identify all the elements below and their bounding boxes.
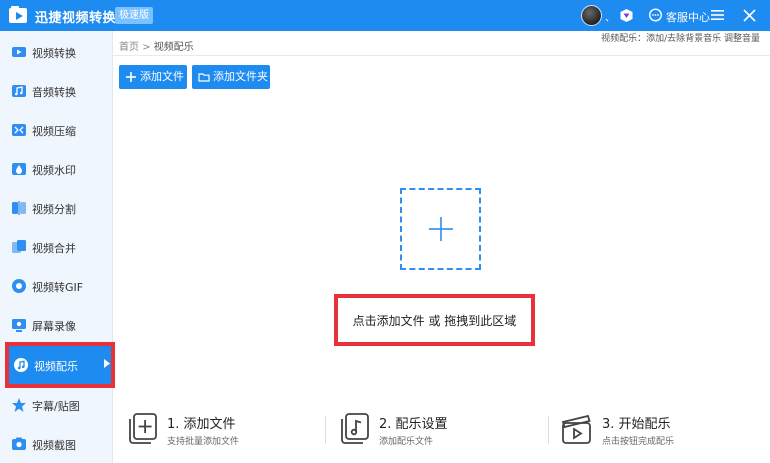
avatar-username: 、 [605, 13, 615, 24]
audio-convert-icon [12, 85, 26, 97]
breadcrumb: 首页 > 视频配乐 [119, 38, 194, 53]
vip-icon[interactable] [619, 8, 634, 23]
step-description: 支持批量添加文件 [167, 437, 240, 447]
video-music-icon [14, 358, 28, 372]
screen-record-icon [12, 319, 26, 332]
sidebar-item-label: 视频分割 [32, 203, 76, 216]
sidebar-item-video-split[interactable]: 视频分割 [0, 189, 113, 228]
customer-service-icon[interactable] [648, 8, 663, 23]
step-title: 2. 配乐设置 [379, 417, 448, 432]
sidebar-item-video-watermark[interactable]: 视频水印 [0, 150, 113, 189]
step-music-settings: 2. 配乐设置 添加配乐文件 [337, 406, 517, 456]
sidebar-item-label: 视频水印 [32, 164, 76, 177]
step-divider [548, 416, 549, 444]
sidebar-item-video-merge[interactable]: 视频合并 [0, 228, 113, 267]
drop-hint-highlight: 点击添加文件 或 拖拽到此区域 [334, 294, 535, 346]
sidebar-item-label: 字幕/贴图 [32, 400, 80, 413]
music-settings-step-icon [341, 413, 369, 444]
sidebar: 视频转换 音频转换 视频压缩 视频水印 视频分割 视频合并 视频转GIF 屏幕录… [0, 31, 115, 463]
clapperboard-step-icon [561, 414, 591, 444]
sidebar-item-screen-record[interactable]: 屏幕录像 [0, 306, 113, 345]
step-divider [325, 416, 326, 444]
add-file-step-icon [129, 413, 157, 444]
feature-description: 视频配乐：添加/去除背景音乐 调整音量 [601, 34, 760, 44]
breadcrumb-current: 视频配乐 [153, 42, 194, 53]
sidebar-item-video-screenshot[interactable]: 视频截图 [0, 425, 113, 463]
video-split-icon [12, 201, 26, 215]
step-description: 点击按钮完成配乐 [602, 437, 675, 447]
subtitle-sticker-icon [12, 398, 26, 412]
caret-right-icon [104, 359, 110, 368]
step-add-file: 1. 添加文件 支持批量添加文件 [125, 406, 305, 456]
sidebar-item-label: 视频合并 [32, 242, 76, 255]
sidebar-item-video-gif[interactable]: 视频转GIF [0, 267, 113, 306]
sidebar-item-label: 视频转换 [32, 47, 76, 60]
close-icon[interactable] [742, 8, 757, 23]
step-description: 添加配乐文件 [379, 437, 434, 447]
video-compress-icon [12, 124, 26, 136]
sidebar-item-label: 音频转换 [32, 86, 76, 99]
video-screenshot-icon [12, 437, 26, 450]
plus-icon [429, 217, 453, 241]
sidebar-item-subtitle-sticker[interactable]: 字幕/贴图 [0, 386, 113, 425]
sidebar-item-video-convert[interactable]: 视频转换 [0, 33, 113, 72]
drop-zone[interactable] [400, 188, 481, 270]
sidebar-item-label: 视频截图 [32, 439, 76, 452]
add-file-label: 添加文件 [140, 70, 184, 83]
avatar[interactable] [581, 5, 602, 26]
step-title: 1. 添加文件 [167, 417, 236, 432]
video-gif-icon [12, 279, 26, 293]
video-merge-icon [12, 240, 26, 253]
edition-badge: 极速版 [115, 7, 153, 24]
customer-service-label[interactable]: 客服中心 [666, 9, 710, 25]
folder-icon [198, 73, 210, 82]
add-folder-button[interactable]: 添加文件夹 [192, 65, 270, 89]
sidebar-item-label: 视频压缩 [32, 125, 76, 138]
add-folder-label: 添加文件夹 [213, 70, 268, 83]
app-logo-icon [9, 6, 27, 23]
sidebar-item-label: 视频配乐 [34, 360, 78, 373]
menu-icon[interactable] [711, 9, 724, 21]
sidebar-item-video-compress[interactable]: 视频压缩 [0, 111, 113, 150]
breadcrumb-home[interactable]: 首页 [119, 42, 139, 53]
breadcrumb-separator: > [142, 42, 151, 53]
sidebar-item-video-music[interactable]: 视频配乐 [5, 342, 115, 388]
sidebar-item-label: 视频转GIF [32, 281, 84, 294]
divider [113, 55, 770, 56]
video-watermark-icon [12, 163, 26, 175]
add-file-button[interactable]: 添加文件 [119, 65, 187, 89]
drop-hint-text[interactable]: 点击添加文件 或 拖拽到此区域 [338, 312, 531, 329]
sidebar-item-audio-convert[interactable]: 音频转换 [0, 72, 113, 111]
step-title: 3. 开始配乐 [602, 417, 671, 432]
sidebar-item-label: 屏幕录像 [32, 320, 76, 333]
title-bar: 迅捷视频转换器 极速版 、 客服中心 [0, 0, 770, 31]
video-convert-icon [12, 47, 26, 57]
step-start-music: 3. 开始配乐 点击按钮完成配乐 [560, 406, 740, 456]
plus-icon [126, 72, 136, 82]
